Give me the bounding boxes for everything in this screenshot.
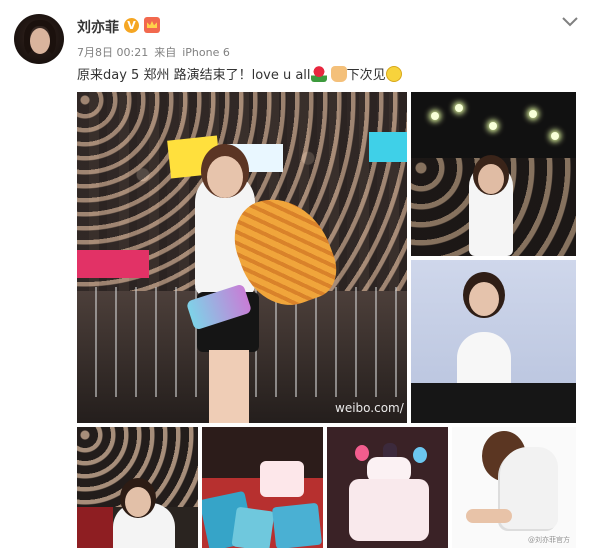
post-text-main: 原来day 5 郑州 路演结束了！love u all — [77, 68, 311, 83]
fan-sign — [369, 132, 407, 162]
avatar-face — [30, 28, 50, 54]
post-meta: 7月8日 00:21 来自 iPhone 6 — [77, 44, 230, 60]
person-head — [207, 156, 243, 198]
balloon — [355, 445, 369, 461]
post-date[interactable]: 7月8日 00:21 — [77, 46, 148, 59]
light — [529, 110, 537, 118]
person-legs — [209, 350, 249, 423]
person-arm — [466, 509, 512, 523]
cake — [260, 461, 304, 497]
watermark-small: @刘亦菲官方 — [528, 536, 570, 544]
chevron-down-icon[interactable] — [560, 14, 580, 30]
crown-icon[interactable] — [144, 17, 160, 33]
cake — [349, 479, 429, 541]
post-source[interactable]: iPhone 6 — [182, 46, 230, 59]
post-text-tail: 下次见 — [346, 68, 386, 83]
person-head — [478, 164, 504, 194]
light — [431, 112, 439, 120]
seats — [77, 507, 113, 548]
photo-7[interactable]: @刘亦菲官方 — [452, 427, 576, 548]
rose-icon — [310, 66, 327, 82]
light — [489, 122, 497, 130]
gift-box — [231, 506, 275, 548]
balloon — [413, 447, 427, 463]
watermark: weibo.com/ — [335, 401, 404, 415]
photo-4[interactable] — [77, 427, 198, 548]
verified-badge-icon: V — [124, 18, 139, 33]
stage-floor — [411, 383, 576, 423]
photo-5[interactable] — [202, 427, 323, 548]
photo-3[interactable] — [411, 260, 576, 423]
person-head — [469, 282, 499, 316]
shy-eyes-icon — [385, 66, 402, 82]
avatar[interactable] — [14, 14, 64, 64]
user-name[interactable]: 刘亦菲 — [77, 17, 119, 37]
thumbs-up-icon — [330, 66, 347, 82]
post-text: 原来day 5 郑州 路演结束了！love u all 下次见 — [77, 66, 402, 85]
photo-2[interactable] — [411, 92, 576, 256]
light — [455, 104, 463, 112]
photo-main[interactable]: weibo.com/ — [77, 92, 407, 423]
person-head — [125, 487, 151, 517]
light — [551, 132, 559, 140]
banner — [77, 250, 149, 278]
gift-box — [271, 502, 323, 548]
source-prefix: 来自 — [154, 46, 177, 59]
photo-6[interactable] — [327, 427, 448, 548]
